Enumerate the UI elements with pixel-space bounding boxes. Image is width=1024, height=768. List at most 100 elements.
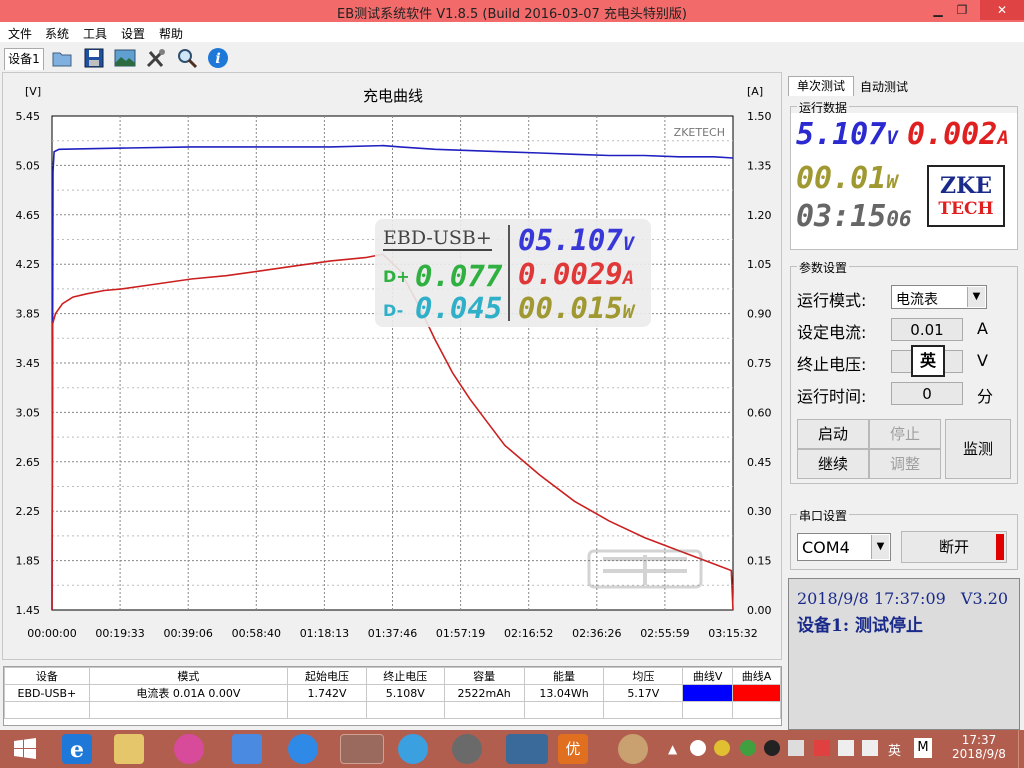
header-device: 设备: [4, 667, 90, 685]
x-tick-label: 00:39:06: [163, 627, 212, 640]
start-button[interactable]: [10, 734, 40, 764]
left-tick-label: 3.85: [16, 308, 41, 321]
adjust-button[interactable]: 调整: [869, 449, 941, 479]
eb-app-icon[interactable]: [340, 734, 384, 764]
cloud-app-icon[interactable]: [288, 734, 318, 764]
params-label: 参数设置: [797, 259, 850, 276]
cell-end-voltage: 5.108V: [365, 684, 445, 702]
disconnect-button[interactable]: 断开: [901, 531, 1007, 563]
menu-help[interactable]: 帮助: [159, 25, 183, 42]
search-icon[interactable]: [175, 46, 199, 70]
close-button[interactable]: ✕: [980, 0, 1024, 20]
taskbar: e 优 ▲ 英 M 17:37 2018/9/8: [0, 730, 1024, 768]
watermark-logo: [587, 549, 703, 597]
save-icon[interactable]: [82, 46, 106, 70]
clock-time: 17:37: [961, 733, 997, 747]
status-time: 2018/9/8 17:37:09: [797, 589, 946, 608]
image-icon[interactable]: [113, 46, 137, 70]
table-row[interactable]: EBD-USB+ 电流表 0.01A 0.00V 1.742V 5.108V 2…: [4, 684, 781, 702]
mail-app-icon[interactable]: [232, 734, 262, 764]
set-current-label: 设定电流:: [797, 323, 867, 342]
status-version: V3.20: [960, 589, 1009, 608]
chart-watermark: ZKETECH: [674, 126, 725, 139]
menu-file[interactable]: 文件: [8, 25, 32, 42]
window-title: EB测试系统软件 V1.8.5 (Build 2016-03-07 充电头特别版…: [337, 7, 687, 22]
header-avg-voltage: 均压: [603, 667, 684, 685]
stop-button[interactable]: 停止: [869, 419, 941, 449]
set-current-input[interactable]: [891, 318, 963, 341]
mode-select[interactable]: 电流表 ▼: [891, 285, 987, 309]
right-tick-label: 1.50: [747, 110, 772, 123]
status-box: 2018/9/8 17:37:09 V3.20 设备1: 测试停止: [788, 578, 1020, 730]
chevron-down-icon[interactable]: ▼: [967, 287, 985, 307]
status-text: 设备1: 测试停止: [797, 616, 924, 636]
svg-text:e: e: [70, 737, 84, 763]
run-data-group: 运行数据 5.107V 0.002A 00.01W 03:1506 ZKE TE…: [790, 99, 1018, 250]
set-current-unit: A: [977, 319, 988, 338]
menu-settings[interactable]: 设置: [121, 25, 145, 42]
mode-label: 运行模式:: [797, 291, 867, 310]
params-group: 参数设置 运行模式: 电流表 ▼ 设定电流: A 终止电压: 英 V 运行时间:…: [790, 259, 1018, 484]
tray-alert-icon[interactable]: [814, 740, 830, 756]
restore-button[interactable]: ❐: [950, 0, 974, 20]
ie-icon[interactable]: e: [62, 734, 92, 764]
disk-app-icon[interactable]: [452, 734, 482, 764]
menu-system[interactable]: 系统: [45, 25, 69, 42]
tray-wifi-icon[interactable]: [838, 740, 854, 756]
header-mode: 模式: [88, 667, 289, 685]
tray-m-icon[interactable]: M: [914, 738, 932, 758]
left-tick-label: 3.45: [16, 357, 41, 370]
x-tick-label: 00:19:33: [95, 627, 144, 640]
tab-device1[interactable]: 设备1: [4, 48, 44, 70]
tab-single-test[interactable]: 单次测试: [788, 76, 854, 96]
continue-button[interactable]: 继续: [797, 449, 869, 479]
tray-expand-icon[interactable]: ▲: [668, 742, 677, 756]
cell-curve-v-color[interactable]: [682, 684, 734, 702]
open-icon[interactable]: [50, 46, 74, 70]
right-tick-label: 0.90: [747, 308, 772, 321]
tray-network-icon[interactable]: [788, 740, 804, 756]
youku-app-icon[interactable]: 优: [558, 734, 588, 764]
x-tick-label: 00:58:40: [232, 627, 281, 640]
explorer-icon[interactable]: [114, 734, 144, 764]
right-tick-label: 0.30: [747, 505, 772, 518]
run-time-unit: 分: [977, 387, 994, 406]
tray-app-icon[interactable]: [690, 740, 706, 756]
tools-icon[interactable]: [144, 46, 168, 70]
stop-voltage-unit: V: [977, 351, 988, 370]
info-icon[interactable]: i: [206, 46, 230, 70]
right-axis-unit: [A]: [747, 85, 763, 98]
cell-curve-a-color[interactable]: [732, 684, 781, 702]
chevron-down-icon[interactable]: ▼: [871, 535, 889, 559]
tray-security-icon[interactable]: [740, 740, 756, 756]
serial-group: 串口设置 COM4 ▼ 断开: [790, 507, 1018, 570]
left-tick-label: 3.05: [16, 406, 41, 419]
left-tick-label: 4.25: [16, 258, 41, 271]
run-time-input[interactable]: [891, 382, 963, 405]
photo-app-icon[interactable]: [174, 734, 204, 764]
menu-tools[interactable]: 工具: [83, 25, 107, 42]
start-button[interactable]: 启动: [797, 419, 869, 449]
header-start-voltage: 起始电压: [287, 667, 367, 685]
tray-disk-icon[interactable]: [764, 740, 780, 756]
minimize-button[interactable]: ▁: [926, 0, 950, 20]
browser-icon[interactable]: [398, 734, 428, 764]
x-tick-label: 01:37:46: [368, 627, 417, 640]
x-tick-label: 02:16:52: [504, 627, 553, 640]
viewer-app-icon[interactable]: [506, 734, 548, 764]
tab-auto-test[interactable]: 自动测试: [854, 78, 914, 96]
cell-device: EBD-USB+: [4, 684, 90, 702]
port-select[interactable]: COM4 ▼: [797, 533, 891, 561]
svg-text:i: i: [215, 51, 220, 67]
show-desktop-button[interactable]: [1018, 730, 1024, 768]
overlay-dplus-label: D+: [383, 267, 410, 286]
tray-add-icon[interactable]: [714, 740, 730, 756]
right-tick-label: 0.45: [747, 456, 772, 469]
paint-app-icon[interactable]: [618, 734, 648, 764]
tray-ime-indicator[interactable]: 英: [888, 740, 901, 759]
clock[interactable]: 17:37 2018/9/8: [946, 733, 1012, 761]
serial-label: 串口设置: [797, 507, 850, 524]
tray-volume-icon[interactable]: [862, 740, 878, 756]
cell-start-voltage: 1.742V: [287, 684, 367, 702]
monitor-button[interactable]: 监测: [945, 419, 1011, 479]
